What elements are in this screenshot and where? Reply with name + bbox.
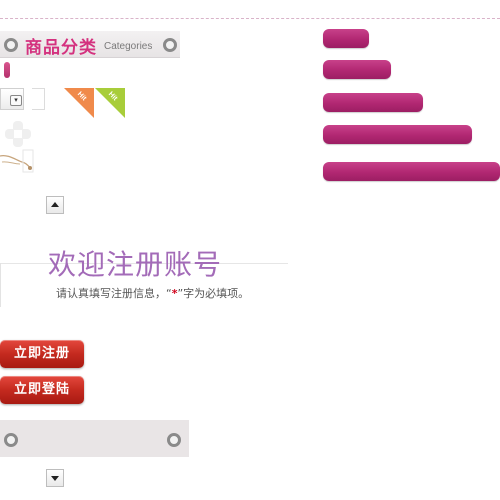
ring-icon — [167, 433, 181, 447]
ring-icon — [4, 433, 18, 447]
ring-icon — [163, 38, 177, 52]
mini-box — [32, 88, 45, 110]
ring-icon — [4, 38, 18, 52]
cord-icon — [0, 149, 34, 173]
login-button[interactable]: 立即登陆 — [0, 376, 84, 404]
hit-badge: Hit — [64, 88, 94, 118]
register-button[interactable]: 立即注册 — [0, 340, 84, 368]
category-title: 商品分类 — [25, 38, 97, 58]
pink-bar-button[interactable] — [323, 29, 369, 48]
registration-hint-text: 请认真填写注册信息，“ — [56, 287, 172, 300]
mini-dropdown[interactable]: ▾ — [0, 88, 24, 110]
scroll-down-button[interactable] — [46, 469, 64, 487]
pink-bar-button[interactable] — [323, 93, 423, 112]
page: 商品分类 Categories ▾ Hit Hit 欢迎注册账号 请认真填写注册… — [0, 0, 500, 500]
arrow-up-icon — [51, 202, 59, 207]
pink-marker — [4, 62, 10, 78]
chevron-down-icon: ▾ — [10, 95, 22, 106]
category-header: 商品分类 Categories — [0, 30, 180, 58]
top-divider — [0, 18, 500, 19]
faded-cross-icon — [5, 121, 31, 147]
pink-bar-button[interactable] — [323, 60, 391, 79]
registration-border — [0, 263, 1, 307]
pink-bar-button[interactable] — [323, 162, 500, 181]
registration-hint: 请认真填写注册信息，“*”字为必填项。 — [56, 285, 249, 301]
bottom-header-bar — [0, 420, 189, 457]
arrow-down-icon — [51, 476, 59, 481]
hit-badge: Hit — [95, 88, 125, 118]
registration-hint-suffix: ”字为必填项。 — [177, 287, 250, 300]
pink-bar-button[interactable] — [323, 125, 472, 144]
category-subtitle: Categories — [104, 41, 153, 52]
registration-title: 欢迎注册账号 — [48, 248, 223, 281]
scroll-up-button[interactable] — [46, 196, 64, 214]
